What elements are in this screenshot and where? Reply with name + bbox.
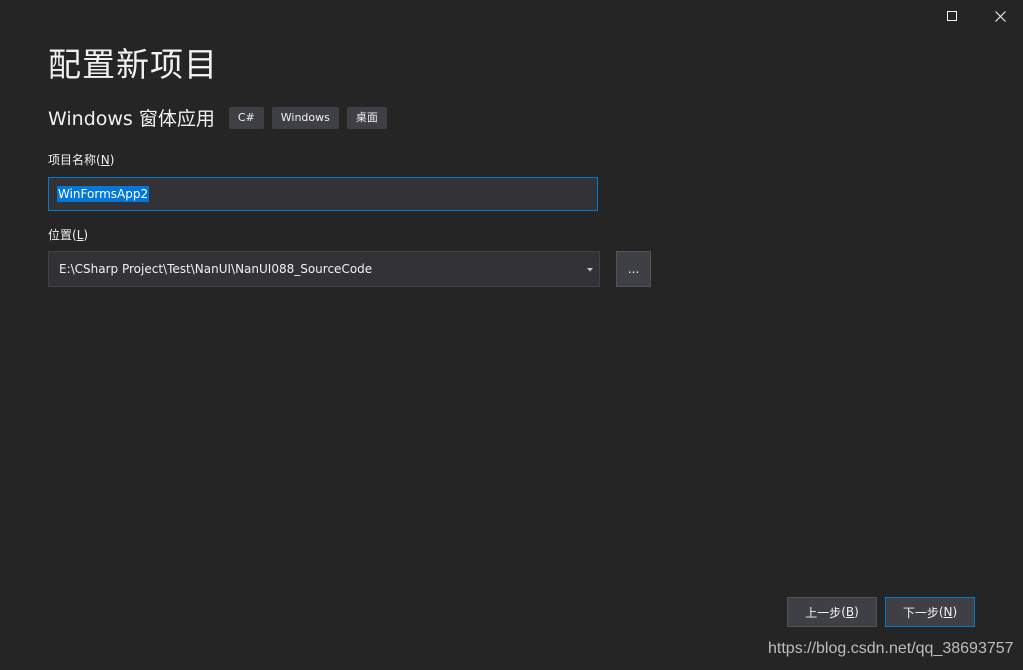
tag-project-type: 桌面: [346, 106, 387, 129]
tag-language: C#: [228, 106, 264, 129]
project-name-accesskey: N: [100, 153, 110, 167]
location-label: 位置(L): [48, 228, 89, 242]
location-accesskey: L: [76, 228, 84, 242]
chevron-down-icon[interactable]: [585, 265, 595, 275]
project-name-input[interactable]: WinFormsApp2: [48, 177, 598, 211]
close-icon: [994, 10, 1006, 22]
browse-label: ...: [627, 262, 640, 276]
project-name-value: WinFormsApp2: [57, 186, 150, 202]
maximize-icon: [947, 11, 957, 21]
tag-platform: Windows: [271, 106, 339, 129]
back-button[interactable]: 上一步(B): [787, 597, 877, 627]
template-info: Windows 窗体应用 C# Windows 桌面: [48, 104, 395, 131]
close-button[interactable]: [977, 2, 1023, 30]
back-accesskey: B: [845, 605, 855, 619]
next-accesskey: N: [943, 605, 953, 619]
location-label-text: 位置: [48, 228, 73, 242]
location-combobox[interactable]: E:\CSharp Project\Test\NanUI\NanUI088_So…: [48, 251, 600, 287]
back-button-label: 上一步: [805, 605, 842, 620]
template-name: Windows 窗体应用: [48, 108, 215, 130]
next-button[interactable]: 下一步(N): [885, 597, 975, 627]
watermark-text: https://blog.csdn.net/qq_38693757: [768, 640, 1014, 657]
location-value: E:\CSharp Project\Test\NanUI\NanUI088_So…: [59, 262, 373, 276]
maximize-button[interactable]: [929, 2, 975, 30]
page-title: 配置新项目: [48, 45, 218, 84]
project-name-label: 项目名称(N): [48, 153, 115, 167]
browse-button[interactable]: ...: [616, 251, 651, 287]
next-button-label: 下一步: [902, 605, 939, 620]
project-name-label-text: 项目名称: [48, 153, 97, 167]
